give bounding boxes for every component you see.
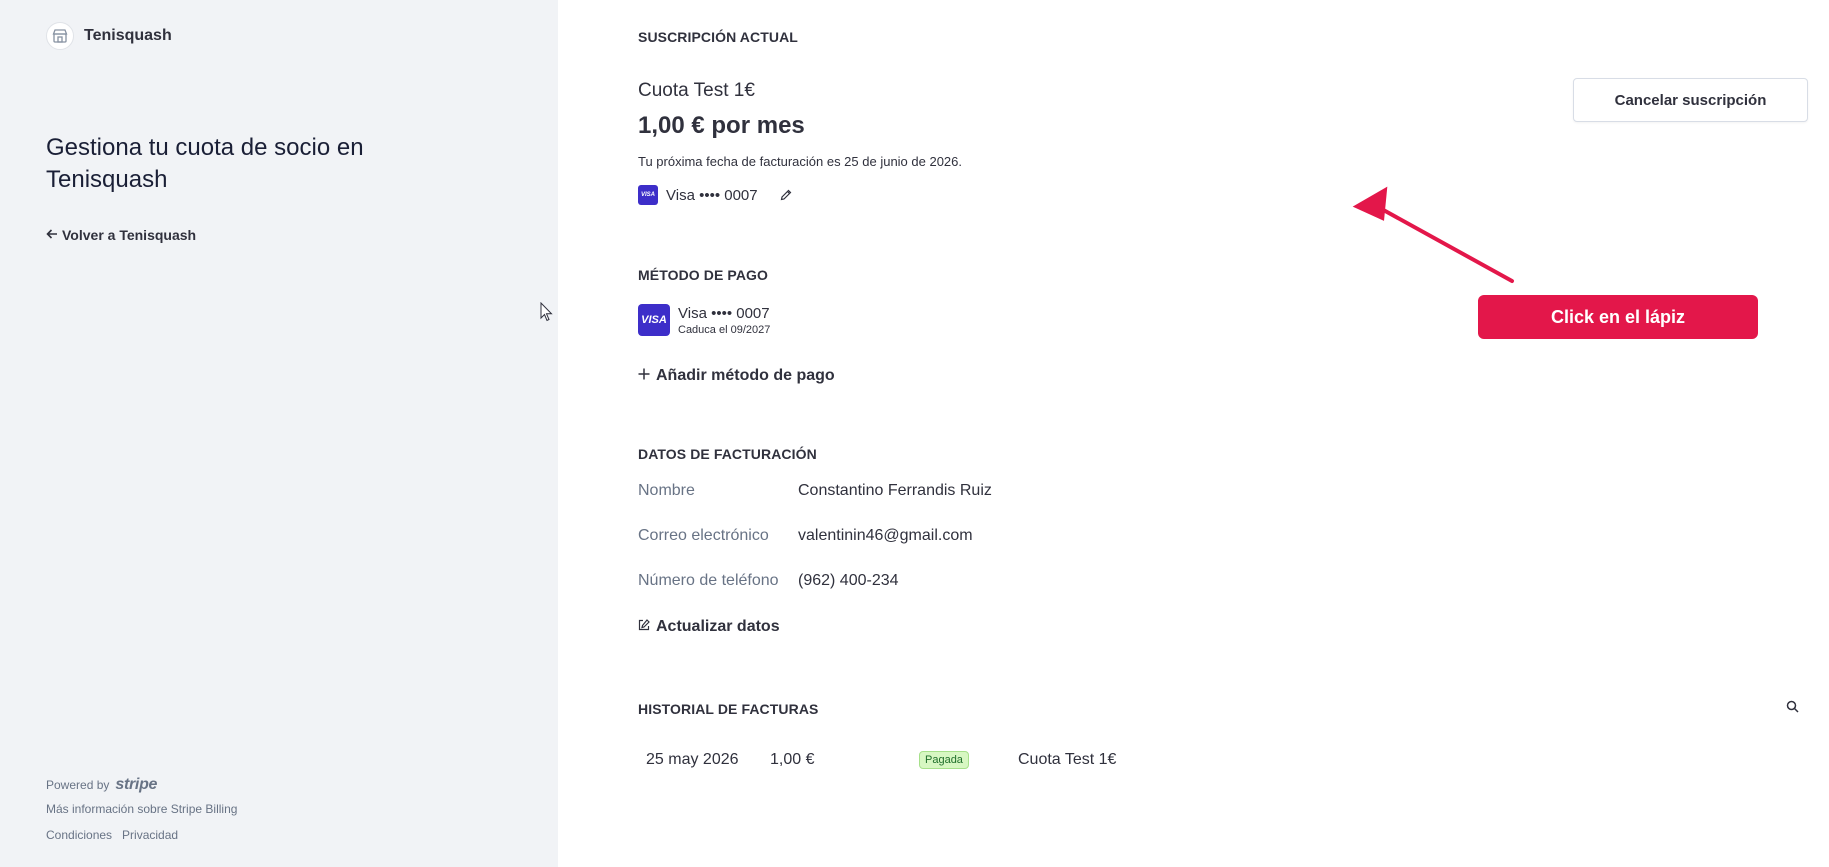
- plan-price: 1,00 € por mes: [638, 112, 805, 139]
- edit-icon: [638, 618, 650, 636]
- billing-value: valentinin46@gmail.com: [798, 527, 973, 544]
- update-details-button[interactable]: Actualizar datos: [638, 618, 780, 636]
- billing-label: Correo electrónico: [638, 527, 769, 544]
- pencil-icon[interactable]: [778, 187, 794, 203]
- billing-label: Número de teléfono: [638, 572, 779, 589]
- stripe-logo: stripe: [115, 776, 158, 793]
- back-link-label: Volver a Tenisquash: [62, 227, 197, 243]
- invoice-history-title: HISTORIAL DE FACTURAS: [638, 701, 819, 717]
- billing-value: Constantino Ferrandis Ruiz: [798, 482, 992, 499]
- status-badge: Pagada: [919, 751, 969, 769]
- terms-link[interactable]: Condiciones: [46, 828, 112, 842]
- annotation-callout: Click en el lápiz: [1478, 295, 1758, 339]
- current-subscription-title: SUSCRIPCIÓN ACTUAL: [638, 29, 798, 45]
- billing-row-email: Correo electrónico valentinin46@gmail.co…: [638, 527, 973, 545]
- add-payment-method-button[interactable]: Añadir método de pago: [638, 367, 835, 385]
- powered-by[interactable]: Powered by stripe: [46, 776, 157, 794]
- billing-label: Nombre: [638, 482, 695, 499]
- invoice-date: 25 may 2026: [646, 751, 739, 768]
- sidebar: Tenisquash Gestiona tu cuota de socio en…: [0, 0, 558, 867]
- payment-method-card[interactable]: VISA Visa •••• 0007 Caduca el 09/2027: [638, 304, 770, 336]
- billing-details-title: DATOS DE FACTURACIÓN: [638, 446, 817, 462]
- privacy-link[interactable]: Privacidad: [122, 828, 178, 842]
- learn-more-link[interactable]: Más información sobre Stripe Billing: [46, 802, 237, 816]
- mouse-cursor-icon: [540, 301, 554, 327]
- back-link[interactable]: Volver a Tenisquash: [46, 227, 196, 243]
- subscription-card: VISA Visa •••• 0007: [638, 185, 794, 205]
- visa-icon: VISA: [638, 304, 670, 336]
- store-icon: [46, 22, 74, 50]
- add-payment-method-label: Añadir método de pago: [656, 367, 835, 384]
- annotation-arrow-icon: [1352, 186, 1514, 283]
- plus-icon: [638, 367, 650, 385]
- invoice-row[interactable]: 25 may 2026 1,00 € Pagada Cuota Test 1€: [638, 742, 1808, 778]
- invoice-description: Cuota Test 1€: [1018, 751, 1117, 768]
- subscription-card-label: Visa •••• 0007: [666, 186, 758, 204]
- main-content: SUSCRIPCIÓN ACTUAL Cuota Test 1€ 1,00 € …: [558, 0, 1829, 867]
- brand[interactable]: Tenisquash: [46, 22, 172, 50]
- billing-row-phone: Número de teléfono (962) 400-234: [638, 572, 899, 590]
- billing-row-name: Nombre Constantino Ferrandis Ruiz: [638, 482, 992, 500]
- footer-links: Condiciones Privacidad: [46, 828, 178, 842]
- invoice-amount: 1,00 €: [770, 751, 815, 768]
- visa-icon: VISA: [638, 185, 658, 205]
- payment-method-title: MÉTODO DE PAGO: [638, 267, 769, 283]
- next-billing-date: Tu próxima fecha de facturación es 25 de…: [638, 154, 963, 169]
- payment-method-expiry: Caduca el 09/2027: [678, 323, 771, 336]
- update-details-label: Actualizar datos: [656, 618, 780, 635]
- arrow-left-icon: [46, 227, 58, 243]
- cancel-subscription-button[interactable]: Cancelar suscripción: [1573, 78, 1808, 122]
- powered-by-label: Powered by: [46, 778, 110, 792]
- payment-method-label: Visa •••• 0007: [678, 304, 770, 322]
- page-heading: Gestiona tu cuota de socio en Tenisquash: [46, 134, 364, 193]
- payment-method-text: Visa •••• 0007 Caduca el 09/2027: [678, 305, 770, 336]
- plan-name: Cuota Test 1€: [638, 80, 755, 101]
- search-icon[interactable]: [1786, 700, 1799, 718]
- billing-value: (962) 400-234: [798, 572, 899, 589]
- brand-name: Tenisquash: [84, 27, 172, 44]
